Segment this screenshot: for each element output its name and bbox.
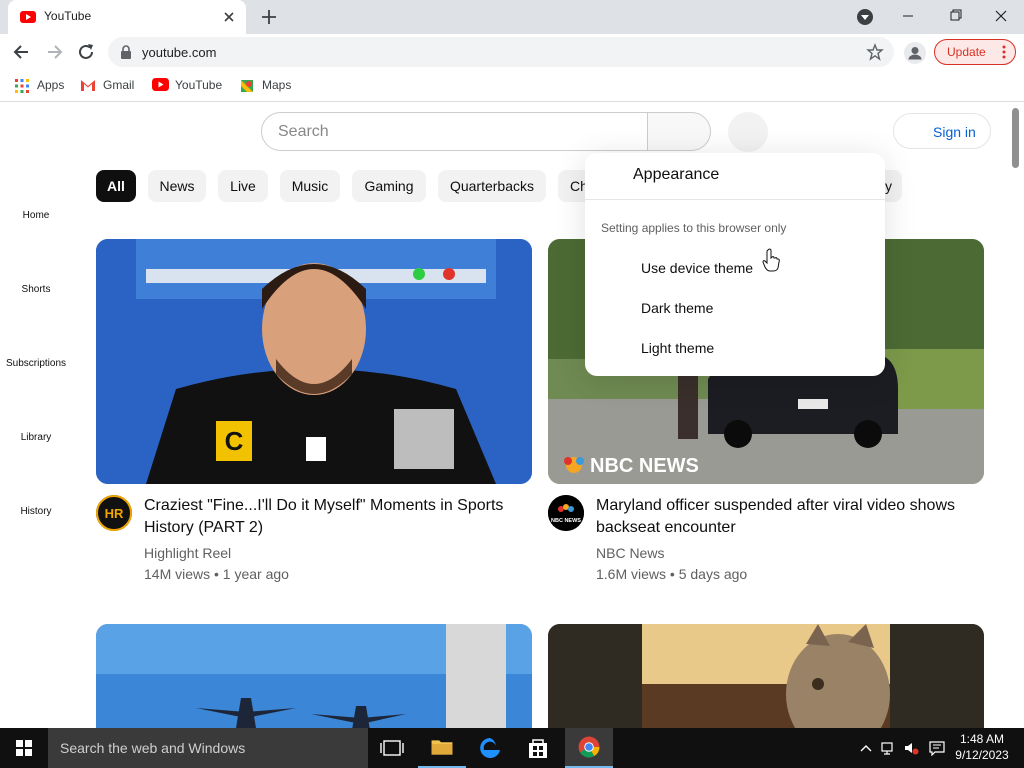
jersey-captain-patch: C (225, 426, 244, 456)
back-arrow-icon[interactable] (601, 167, 623, 189)
bookmark-apps[interactable]: Apps (14, 77, 70, 95)
task-view-icon[interactable] (368, 728, 416, 768)
profile-avatar[interactable] (904, 42, 926, 64)
menu-title: Appearance (633, 166, 720, 183)
nbc-news-logo-text: NBC NEWS (590, 455, 699, 477)
video-thumbnail[interactable] (548, 624, 984, 728)
channel-logo-letters: HR (105, 506, 124, 521)
edge-icon[interactable] (466, 728, 514, 768)
sidebar-item-subscriptions[interactable]: Subscriptions (0, 358, 72, 369)
bookmark-label: Apps (37, 78, 65, 92)
tab-title: YouTube (44, 9, 92, 23)
restore-icon[interactable] (940, 5, 970, 27)
sidebar-item-library[interactable]: Library (0, 432, 72, 443)
appearance-menu: Appearance Setting applies to this brows… (585, 153, 885, 376)
sign-in-label: Sign in (933, 124, 976, 140)
voice-search-button[interactable] (728, 112, 768, 152)
option-dark-theme[interactable]: Dark theme (641, 300, 713, 316)
youtube-icon (152, 78, 169, 91)
video-title[interactable]: Craziest "Fine...I'll Do it Myself" Mome… (144, 495, 524, 539)
taskbar-search-placeholder: Search the web and Windows (60, 740, 246, 756)
thumbnail-image (548, 624, 984, 728)
channel-avatar[interactable]: HR (96, 495, 132, 531)
clock-time: 1:48 AM (959, 732, 1005, 746)
youtube-favicon-icon (20, 11, 36, 23)
lock-icon[interactable] (120, 45, 132, 59)
sidebar-item-history[interactable]: History (0, 506, 72, 517)
gmail-icon (81, 80, 95, 91)
channel-avatar[interactable]: NBC NEWS (548, 495, 584, 531)
nbc-peacock-icon: NBC NEWS (548, 495, 584, 531)
store-icon[interactable] (514, 728, 562, 768)
apps-grid-icon (15, 79, 29, 93)
bookmark-label: YouTube (175, 78, 223, 92)
person-icon (908, 47, 922, 60)
windows-taskbar: Search the web and Windows 1:48 AM 9/12/… (0, 728, 1024, 768)
video-channel[interactable]: NBC News (596, 545, 664, 561)
taskbar-search-box[interactable]: Search the web and Windows (48, 728, 368, 768)
chip-gaming[interactable]: Gaming (352, 170, 426, 202)
bookmark-maps[interactable]: Maps (239, 77, 299, 95)
channel-logo-text: NBC NEWS (551, 518, 581, 524)
tab-search-icon[interactable] (856, 8, 874, 26)
chrome-icon[interactable] (565, 728, 613, 768)
close-tab-icon[interactable] (220, 8, 238, 26)
hand-pointer-icon (762, 248, 780, 272)
video-meta: 14M views • 1 year ago (144, 566, 289, 582)
chip-all[interactable]: All (96, 170, 136, 202)
thumbnail-image (96, 624, 532, 728)
menu-divider (585, 199, 885, 200)
bookmark-label: Gmail (103, 78, 135, 92)
tab-strip: YouTube (0, 0, 1024, 34)
update-label: Update (947, 45, 986, 59)
back-icon[interactable] (12, 42, 32, 62)
update-button[interactable]: Update (934, 39, 1016, 65)
forward-icon[interactable] (44, 42, 64, 62)
chip-news[interactable]: News (148, 170, 206, 202)
bookmark-label: Maps (262, 78, 292, 92)
sidebar-item-home[interactable]: Home (0, 210, 72, 221)
video-thumbnail[interactable] (96, 624, 532, 728)
bookmarks-bar: Apps Gmail YouTube Maps (0, 70, 1024, 102)
sign-in-button[interactable]: Sign in (893, 113, 991, 149)
address-bar[interactable]: youtube.com (108, 37, 894, 67)
bookmark-star-icon[interactable] (866, 43, 884, 61)
option-device-theme[interactable]: Use device theme (641, 260, 753, 276)
page-scrollbar[interactable] (1012, 108, 1019, 168)
search-input[interactable]: Search (261, 112, 647, 151)
browser-toolbar: youtube.com Update (0, 34, 1024, 70)
sidebar-item-shorts[interactable]: Shorts (0, 284, 72, 295)
bookmark-youtube[interactable]: YouTube (152, 77, 228, 95)
new-tab-icon[interactable] (258, 6, 280, 28)
bookmark-gmail[interactable]: Gmail (80, 77, 142, 95)
network-icon[interactable] (880, 740, 896, 756)
taskbar-clock[interactable]: 1:48 AM 9/12/2023 (950, 731, 1014, 763)
maps-icon (241, 80, 253, 92)
action-center-icon[interactable] (929, 740, 945, 756)
channel-logo-icon: HR (96, 495, 132, 531)
file-explorer-icon[interactable] (418, 728, 466, 768)
search-button[interactable] (647, 112, 711, 151)
video-meta: 1.6M views • 5 days ago (596, 566, 748, 582)
kebab-menu-icon (1002, 45, 1006, 59)
video-channel[interactable]: Highlight Reel (144, 545, 231, 561)
minimize-icon[interactable] (893, 5, 923, 27)
clock-date: 9/12/2023 (955, 748, 1009, 762)
video-title[interactable]: Maryland officer suspended after viral v… (596, 495, 976, 539)
volume-muted-icon[interactable] (903, 740, 919, 756)
thumbnail-image: C (96, 239, 532, 484)
url-text[interactable]: youtube.com (142, 45, 216, 60)
show-hidden-icons-chevron-icon[interactable] (858, 740, 874, 756)
chip-quarterbacks[interactable]: Quarterbacks (438, 170, 546, 202)
option-light-theme[interactable]: Light theme (641, 340, 714, 356)
chip-music[interactable]: Music (280, 170, 340, 202)
search-placeholder: Search (278, 123, 329, 140)
reload-icon[interactable] (76, 42, 96, 62)
chip-live[interactable]: Live (218, 170, 268, 202)
video-thumbnail[interactable]: C (96, 239, 532, 484)
menu-note: Setting applies to this browser only (601, 221, 787, 235)
windows-start-icon[interactable] (0, 728, 48, 768)
close-window-icon[interactable] (986, 5, 1016, 27)
tab-youtube[interactable]: YouTube (8, 0, 246, 34)
